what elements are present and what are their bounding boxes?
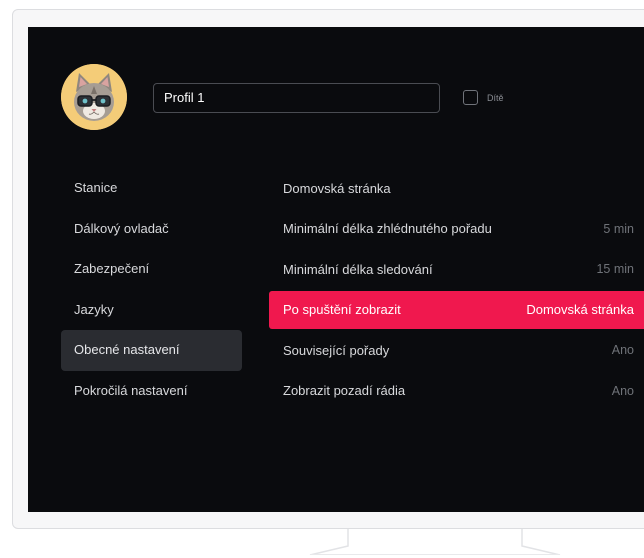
menu-item-stanice[interactable]: Stanice: [61, 168, 242, 209]
setting-value: Ano: [611, 343, 634, 358]
child-profile-toggle[interactable]: Dítě: [463, 90, 504, 105]
menu-item-security[interactable]: Zabezpečení: [61, 249, 242, 290]
tv-stand: [309, 529, 561, 555]
setting-label: Zobrazit pozadí rádia: [283, 383, 406, 399]
setting-label: Po spuštění zobrazit: [283, 302, 401, 317]
setting-label: Minimální délka zhlédnutého pořadu: [283, 221, 492, 237]
setting-label: Související pořady: [283, 342, 390, 358]
menu-item-general-settings[interactable]: Obecné nastavení: [61, 330, 242, 371]
setting-value: Ano: [611, 383, 634, 398]
setting-value: Domovská stránka: [526, 302, 634, 317]
cat-with-glasses-icon: [61, 64, 127, 130]
profile-avatar[interactable]: [61, 64, 127, 130]
settings-menu: Stanice Dálkový ovladač Zabezpečení Jazy…: [61, 168, 242, 411]
child-label: Dítě: [487, 92, 504, 103]
setting-value: 5 min: [603, 221, 634, 236]
setting-value: 15 min: [596, 262, 634, 277]
tv-screen: Profil 1 Dítě Stanice Dálkový ovladač Za…: [28, 27, 644, 512]
setting-row-home-page[interactable]: Domovská stránka: [269, 168, 644, 209]
menu-item-languages[interactable]: Jazyky: [61, 290, 242, 331]
setting-row-radio-background[interactable]: Zobrazit pozadí rádia Ano: [269, 371, 644, 412]
setting-row-on-start-show[interactable]: Po spuštění zobrazit Domovská stránka: [269, 290, 644, 329]
settings-list: Domovská stránka Minimální délka zhlédnu…: [269, 168, 644, 411]
setting-row-min-viewing-length[interactable]: Minimální délka sledování 15 min: [269, 249, 644, 290]
child-checkbox[interactable]: [463, 90, 478, 105]
menu-item-remote[interactable]: Dálkový ovladač: [61, 209, 242, 250]
setting-row-related-shows[interactable]: Související pořady Ano: [269, 330, 644, 371]
profile-name-input[interactable]: Profil 1: [153, 83, 440, 113]
menu-item-advanced-settings[interactable]: Pokročilá nastavení: [61, 371, 242, 412]
setting-label: Domovská stránka: [283, 180, 391, 196]
setting-row-min-watched-length[interactable]: Minimální délka zhlédnutého pořadu 5 min: [269, 209, 644, 250]
setting-label: Minimální délka sledování: [283, 261, 433, 277]
